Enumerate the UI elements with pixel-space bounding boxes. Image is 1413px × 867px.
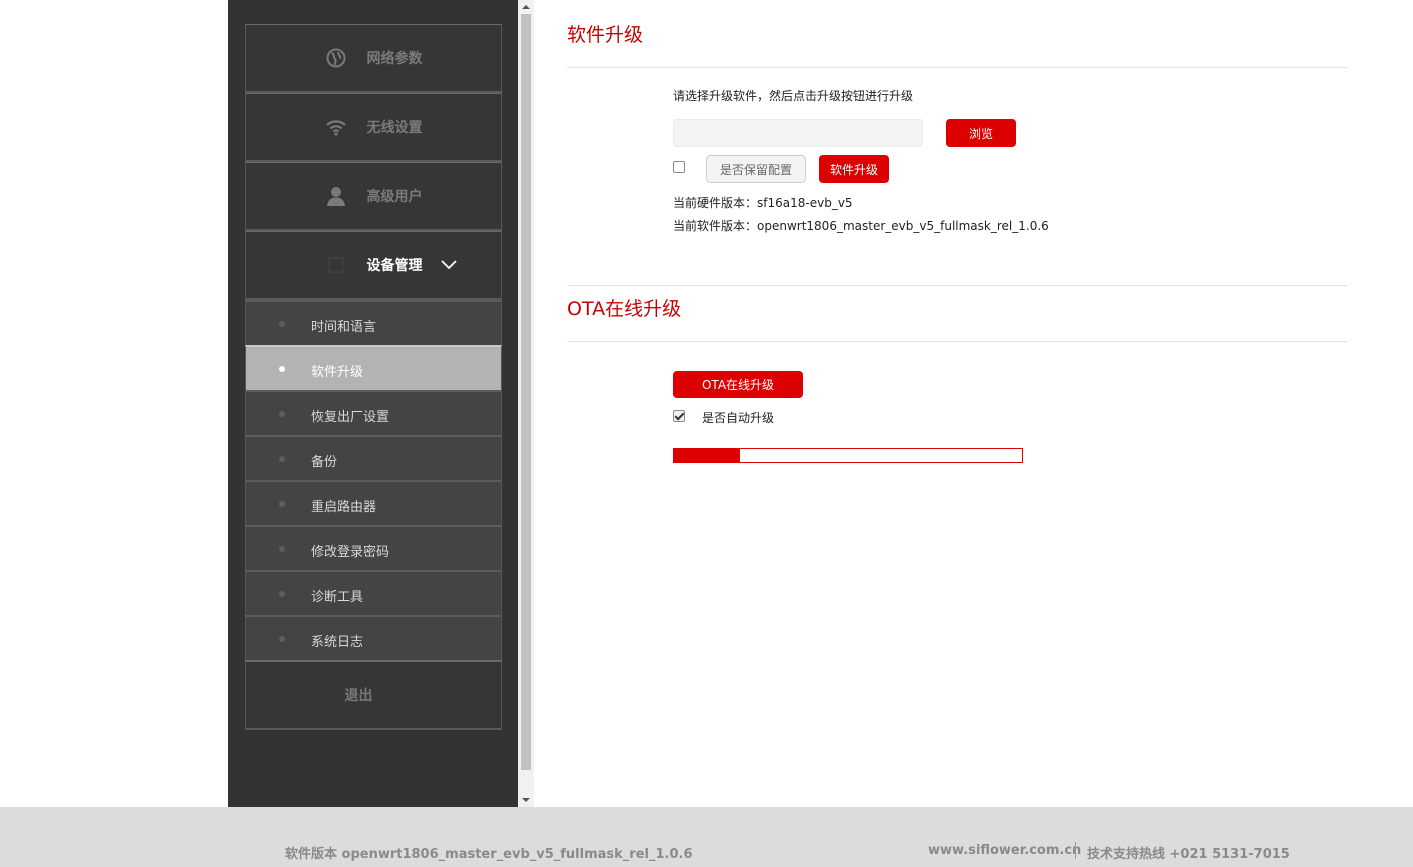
bullet-icon [279,501,285,507]
user-icon [325,185,347,207]
bullet-icon [279,456,285,462]
sidebar-sub-label: 时间和语言 [311,320,377,335]
software-version-row: 当前软件版本：openwrt1806_master_evb_v5_fullmas… [673,217,1049,234]
browse-button[interactable]: 浏览 [946,119,1016,147]
sidebar-item-device-management[interactable]: 设备管理 [245,231,502,300]
globe-icon [325,47,347,69]
hardware-version-label: 当前硬件版本： [673,196,758,210]
keep-config-checkbox[interactable] [673,161,685,173]
scroll-down-icon[interactable] [522,798,530,802]
sidebar-menu: 网络参数 无线设置 高级用户 设备管理 时间和语言 软件升级 恢复出厂设置 备份… [245,24,502,730]
hardware-version-value: sf16a18-evb_v5 [757,196,853,210]
bullet-icon [279,366,285,372]
sidebar-item-system-log[interactable]: 系统日志 [245,615,502,660]
sidebar-item-label: 设备管理 [366,258,423,274]
wifi-icon [325,116,347,138]
sidebar-item-advanced-user[interactable]: 高级用户 [245,162,502,231]
footer-hotline: 技术支持热线 +021 5131-7015 [1087,847,1290,862]
bullet-icon [279,591,285,597]
divider [567,67,1347,68]
footer-website-link[interactable]: www.siflower.com.cn [928,843,1081,858]
sidebar-sub-label: 重启路由器 [311,500,377,515]
footer-separator [1075,842,1076,859]
logout-button[interactable]: 退出 [245,660,502,730]
sidebar-sub-label: 诊断工具 [311,590,364,605]
sidebar-item-label: 网络参数 [366,51,423,67]
chevron-down-icon [441,258,457,274]
upgrade-instruction: 请选择升级软件，然后点击升级按钮进行升级 [673,89,914,103]
sidebar-item-time-language[interactable]: 时间和语言 [245,300,502,345]
footer: 软件版本 openwrt1806_master_evb_v5_fullmask_… [0,807,1413,867]
bullet-icon [279,546,285,552]
sidebar-scrollbar[interactable] [518,0,534,807]
sidebar-item-diagnostic-tools[interactable]: 诊断工具 [245,570,502,615]
sidebar-item-network[interactable]: 网络参数 [245,24,502,93]
sidebar-sub-label: 修改登录密码 [311,545,390,560]
device-icon [325,254,347,276]
auto-upgrade-label: 是否自动升级 [702,411,775,425]
keep-config-button[interactable]: 是否保留配置 [706,155,806,183]
sidebar-item-backup[interactable]: 备份 [245,435,502,480]
divider [567,341,1347,342]
software-upgrade-button[interactable]: 软件升级 [819,155,889,183]
auto-upgrade-checkbox[interactable] [673,410,685,422]
sidebar: 网络参数 无线设置 高级用户 设备管理 时间和语言 软件升级 恢复出厂设置 备份… [228,0,518,807]
upgrade-file-input[interactable] [673,119,923,147]
sidebar-sub-label: 系统日志 [311,635,364,650]
ota-section-title: OTA在线升级 [567,298,682,320]
scroll-up-icon[interactable] [522,5,530,9]
software-version-value: openwrt1806_master_evb_v5_fullmask_rel_1… [757,219,1049,233]
ota-upgrade-button[interactable]: OTA在线升级 [673,371,803,398]
sidebar-item-label: 高级用户 [366,189,423,205]
sidebar-item-wireless[interactable]: 无线设置 [245,93,502,162]
footer-version: 软件版本 openwrt1806_master_evb_v5_fullmask_… [285,847,693,862]
upgrade-section-title: 软件升级 [567,24,644,46]
bullet-icon [279,636,285,642]
scrollbar-thumb[interactable] [521,14,531,770]
bullet-icon [279,321,285,327]
bullet-icon [279,411,285,417]
sidebar-item-reboot-router[interactable]: 重启路由器 [245,480,502,525]
divider [567,285,1347,286]
sidebar-sub-label: 恢复出厂设置 [311,410,390,425]
sidebar-sub-label: 软件升级 [311,365,364,380]
sidebar-sub-label: 备份 [311,455,338,470]
software-version-label: 当前软件版本： [673,219,758,233]
sidebar-item-label: 无线设置 [366,120,423,136]
sidebar-item-factory-reset[interactable]: 恢复出厂设置 [245,390,502,435]
ota-progress-bar [673,448,1023,463]
ota-progress-fill [674,449,741,462]
sidebar-item-software-upgrade[interactable]: 软件升级 [245,345,502,390]
hardware-version-row: 当前硬件版本：sf16a18-evb_v5 [673,194,853,211]
sidebar-item-change-password[interactable]: 修改登录密码 [245,525,502,570]
router-admin-page: 网络参数 无线设置 高级用户 设备管理 时间和语言 软件升级 恢复出厂设置 备份… [0,0,1413,867]
